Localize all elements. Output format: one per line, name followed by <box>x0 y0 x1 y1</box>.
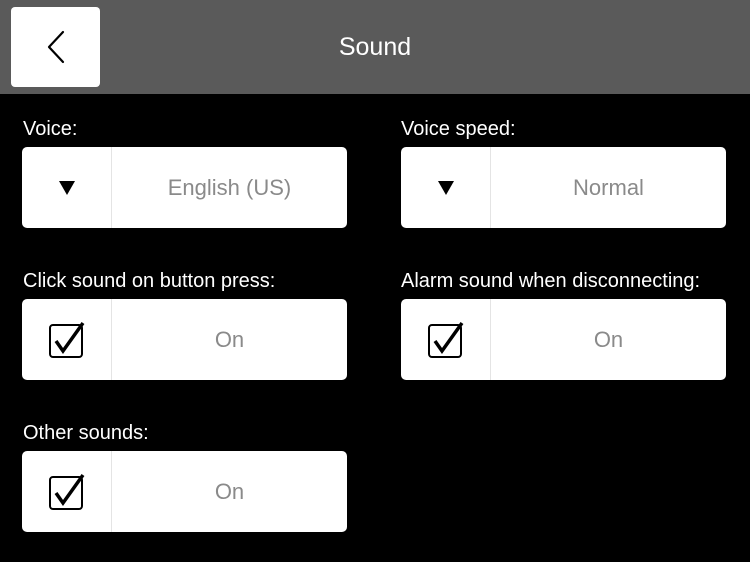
other-sounds-toggle[interactable]: On <box>22 451 347 532</box>
click-sound-label: Click sound on button press: <box>23 270 276 292</box>
voice-speed-label: Voice speed: <box>401 118 516 140</box>
alarm-sound-checkbox[interactable] <box>401 299 491 380</box>
other-sounds-label: Other sounds: <box>23 422 149 444</box>
voice-speed-value: Normal <box>573 174 644 200</box>
alarm-sound-label: Alarm sound when disconnecting: <box>401 270 701 292</box>
click-sound-toggle[interactable]: On <box>22 299 347 380</box>
voice-dropdown[interactable]: English (US) <box>22 147 347 228</box>
dropdown-triangle-icon <box>437 180 454 195</box>
checkbox-checked-icon <box>48 321 84 358</box>
other-sounds-checkbox[interactable] <box>22 451 112 532</box>
back-button[interactable] <box>11 7 100 87</box>
click-sound-checkbox[interactable] <box>22 299 112 380</box>
voice-speed-dropdown-toggle[interactable] <box>401 147 491 228</box>
alarm-sound-value: On <box>593 326 624 352</box>
voice-speed-dropdown[interactable]: Normal <box>401 147 726 228</box>
chevron-left-icon <box>47 30 64 64</box>
header-bar: Sound <box>0 0 750 94</box>
page-title: Sound <box>338 32 412 61</box>
voice-dropdown-toggle[interactable] <box>22 147 112 228</box>
voice-value: English (US) <box>167 174 292 200</box>
voice-label: Voice: <box>23 118 78 140</box>
alarm-sound-toggle[interactable]: On <box>401 299 726 380</box>
click-sound-value: On <box>214 326 245 352</box>
other-sounds-value: On <box>214 478 245 504</box>
dropdown-triangle-icon <box>58 180 75 195</box>
checkbox-checked-icon <box>48 473 84 510</box>
checkbox-checked-icon <box>427 321 463 358</box>
